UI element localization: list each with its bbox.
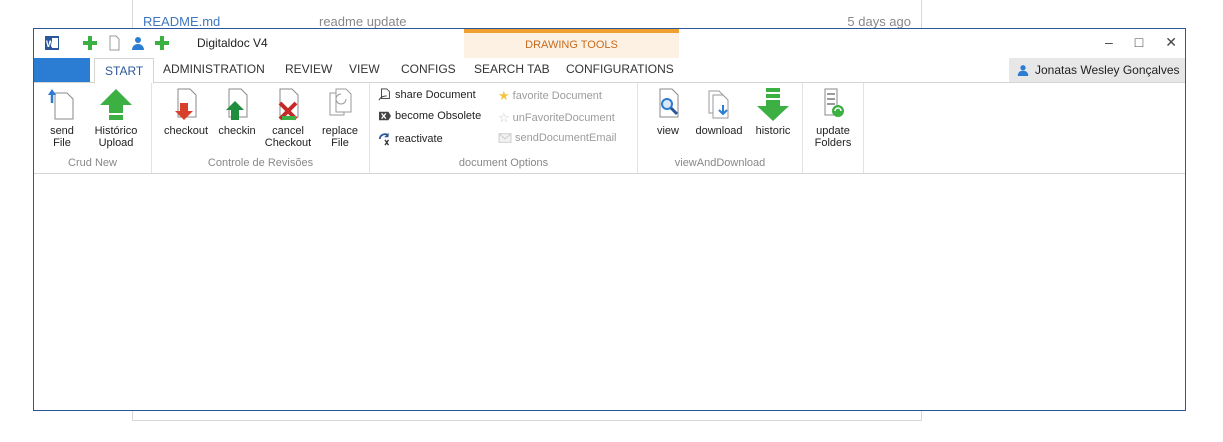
unfavorite-document-label: unFavoriteDocument xyxy=(512,112,615,124)
tab-start[interactable]: START xyxy=(94,58,155,84)
historic-button[interactable]: historic xyxy=(750,87,796,137)
new-document-icon[interactable] xyxy=(106,35,122,51)
contextual-tab-label: DRAWING TOOLS xyxy=(525,39,618,51)
group-view-and-download: view download historic viewAndDownload xyxy=(638,83,803,173)
quick-access-toolbar: W xyxy=(44,35,170,51)
add-icon[interactable] xyxy=(82,35,98,51)
user-icon xyxy=(1017,65,1029,76)
historic-down-arrow-icon xyxy=(757,88,789,121)
send-file-icon xyxy=(48,89,74,120)
share-icon xyxy=(378,88,390,101)
checkin-button[interactable]: checkin xyxy=(212,87,262,137)
background-commit-message: readme update xyxy=(319,14,407,29)
send-file-label-2: File xyxy=(53,137,71,149)
group-controle-revisoes: checkout checkin cancel Checkout replace… xyxy=(152,83,370,173)
historico-label-2: Upload xyxy=(98,137,134,149)
app-window: W Digitaldoc V4 DRAWING TOOLS – □ ✕ STAR… xyxy=(33,28,1186,411)
add-icon[interactable] xyxy=(154,35,170,51)
maximize-button[interactable]: □ xyxy=(1135,34,1143,51)
checkout-label: checkout xyxy=(163,125,209,137)
update-folders-label-2: Folders xyxy=(814,137,852,149)
user-icon[interactable] xyxy=(130,35,146,51)
window-controls: – □ ✕ xyxy=(1105,34,1177,51)
view-document-icon xyxy=(659,88,679,118)
historico-upload-button[interactable]: Histórico Upload xyxy=(88,87,144,149)
download-label: download xyxy=(695,125,743,137)
replace-file-label-1: replace xyxy=(321,125,359,137)
user-name: Jonatas Wesley Gonçalves xyxy=(1035,63,1180,77)
close-button[interactable]: ✕ xyxy=(1165,34,1177,51)
checkout-icon xyxy=(175,88,197,120)
email-icon xyxy=(498,133,512,143)
user-account[interactable]: Jonatas Wesley Gonçalves xyxy=(1009,58,1185,82)
send-file-button[interactable]: send File xyxy=(42,87,82,149)
group-update-folders: update Folders xyxy=(803,83,864,173)
app-title: Digitaldoc V4 xyxy=(197,36,268,50)
update-folders-icon xyxy=(824,88,844,117)
replace-file-button[interactable]: replace File xyxy=(316,87,364,149)
share-document-label: share Document xyxy=(395,89,476,101)
update-folders-label-1: update xyxy=(816,125,850,137)
cancel-checkout-label-2: Checkout xyxy=(264,137,312,149)
favorite-document-label: favorite Document xyxy=(512,90,602,102)
tab-review[interactable]: REVIEW xyxy=(285,62,332,76)
word-icon[interactable]: W xyxy=(44,35,60,51)
update-folders-button[interactable]: update Folders xyxy=(809,87,857,149)
reactivate-icon xyxy=(378,132,390,146)
minimize-button[interactable]: – xyxy=(1105,34,1113,51)
tab-configs[interactable]: CONFIGS xyxy=(401,62,456,76)
reactivate-label: reactivate xyxy=(395,133,443,145)
send-document-email-button[interactable]: sendDocumentEmail xyxy=(498,132,617,144)
checkin-icon xyxy=(226,88,248,120)
download-icon xyxy=(708,90,729,119)
historico-label-1: Histórico xyxy=(94,125,138,137)
send-file-label-1: send xyxy=(50,125,74,137)
star-outline-icon: ☆ xyxy=(498,110,510,125)
group-label-controle: Controle de Revisões xyxy=(207,157,314,169)
obsolete-icon xyxy=(379,111,391,121)
contextual-tab-group: DRAWING TOOLS xyxy=(464,29,679,58)
group-document-options: share Document become Obsolete reactivat… xyxy=(370,83,638,173)
cancel-checkout-icon xyxy=(278,88,299,121)
replace-file-label-2: File xyxy=(331,137,349,149)
background-file-link[interactable]: README.md xyxy=(143,14,220,29)
star-icon: ★ xyxy=(498,88,510,103)
historic-label: historic xyxy=(755,125,791,137)
tab-view[interactable]: VIEW xyxy=(349,62,380,76)
group-label-document-options: document Options xyxy=(458,157,549,169)
tab-configurations[interactable]: CONFIGURATIONS xyxy=(566,62,674,76)
cancel-checkout-button[interactable]: cancel Checkout xyxy=(260,87,316,149)
svg-text:W: W xyxy=(46,39,55,49)
share-document-button[interactable]: share Document xyxy=(378,88,476,102)
group-crud-new: send File Histórico Upload Crud New xyxy=(34,83,152,173)
unfavorite-document-button[interactable]: ☆ unFavoriteDocument xyxy=(498,110,615,126)
view-button[interactable]: view xyxy=(650,87,686,137)
view-label: view xyxy=(656,125,679,137)
download-button[interactable]: download xyxy=(690,87,748,137)
send-document-email-label: sendDocumentEmail xyxy=(515,132,617,144)
ribbon-tabs: START ADMINISTRATION REVIEW VIEW CONFIGS… xyxy=(34,58,1185,84)
become-obsolete-button[interactable]: become Obsolete xyxy=(378,110,481,122)
title-bar: W Digitaldoc V4 DRAWING TOOLS – □ ✕ xyxy=(34,29,1185,58)
file-tab[interactable] xyxy=(34,58,90,82)
document-canvas[interactable] xyxy=(34,174,1185,410)
background-age: 5 days ago xyxy=(847,14,911,29)
group-label-crud-new: Crud New xyxy=(68,157,117,169)
checkin-label: checkin xyxy=(218,125,256,137)
cancel-checkout-label-1: cancel xyxy=(272,125,304,137)
favorite-document-button[interactable]: ★ favorite Document xyxy=(498,88,602,104)
group-label-view-and-download: viewAndDownload xyxy=(674,157,766,169)
upload-arrow-icon xyxy=(100,89,132,120)
checkout-button[interactable]: checkout xyxy=(158,87,214,137)
background-file-row: README.md readme update 5 days ago xyxy=(133,0,921,29)
reactivate-button[interactable]: reactivate xyxy=(378,132,443,146)
tab-administration[interactable]: ADMINISTRATION xyxy=(163,62,265,76)
ribbon: send File Histórico Upload Crud New chec… xyxy=(34,83,1185,174)
tab-search[interactable]: SEARCH TAB xyxy=(474,62,550,76)
become-obsolete-label: become Obsolete xyxy=(395,110,482,122)
replace-file-icon xyxy=(329,88,352,116)
